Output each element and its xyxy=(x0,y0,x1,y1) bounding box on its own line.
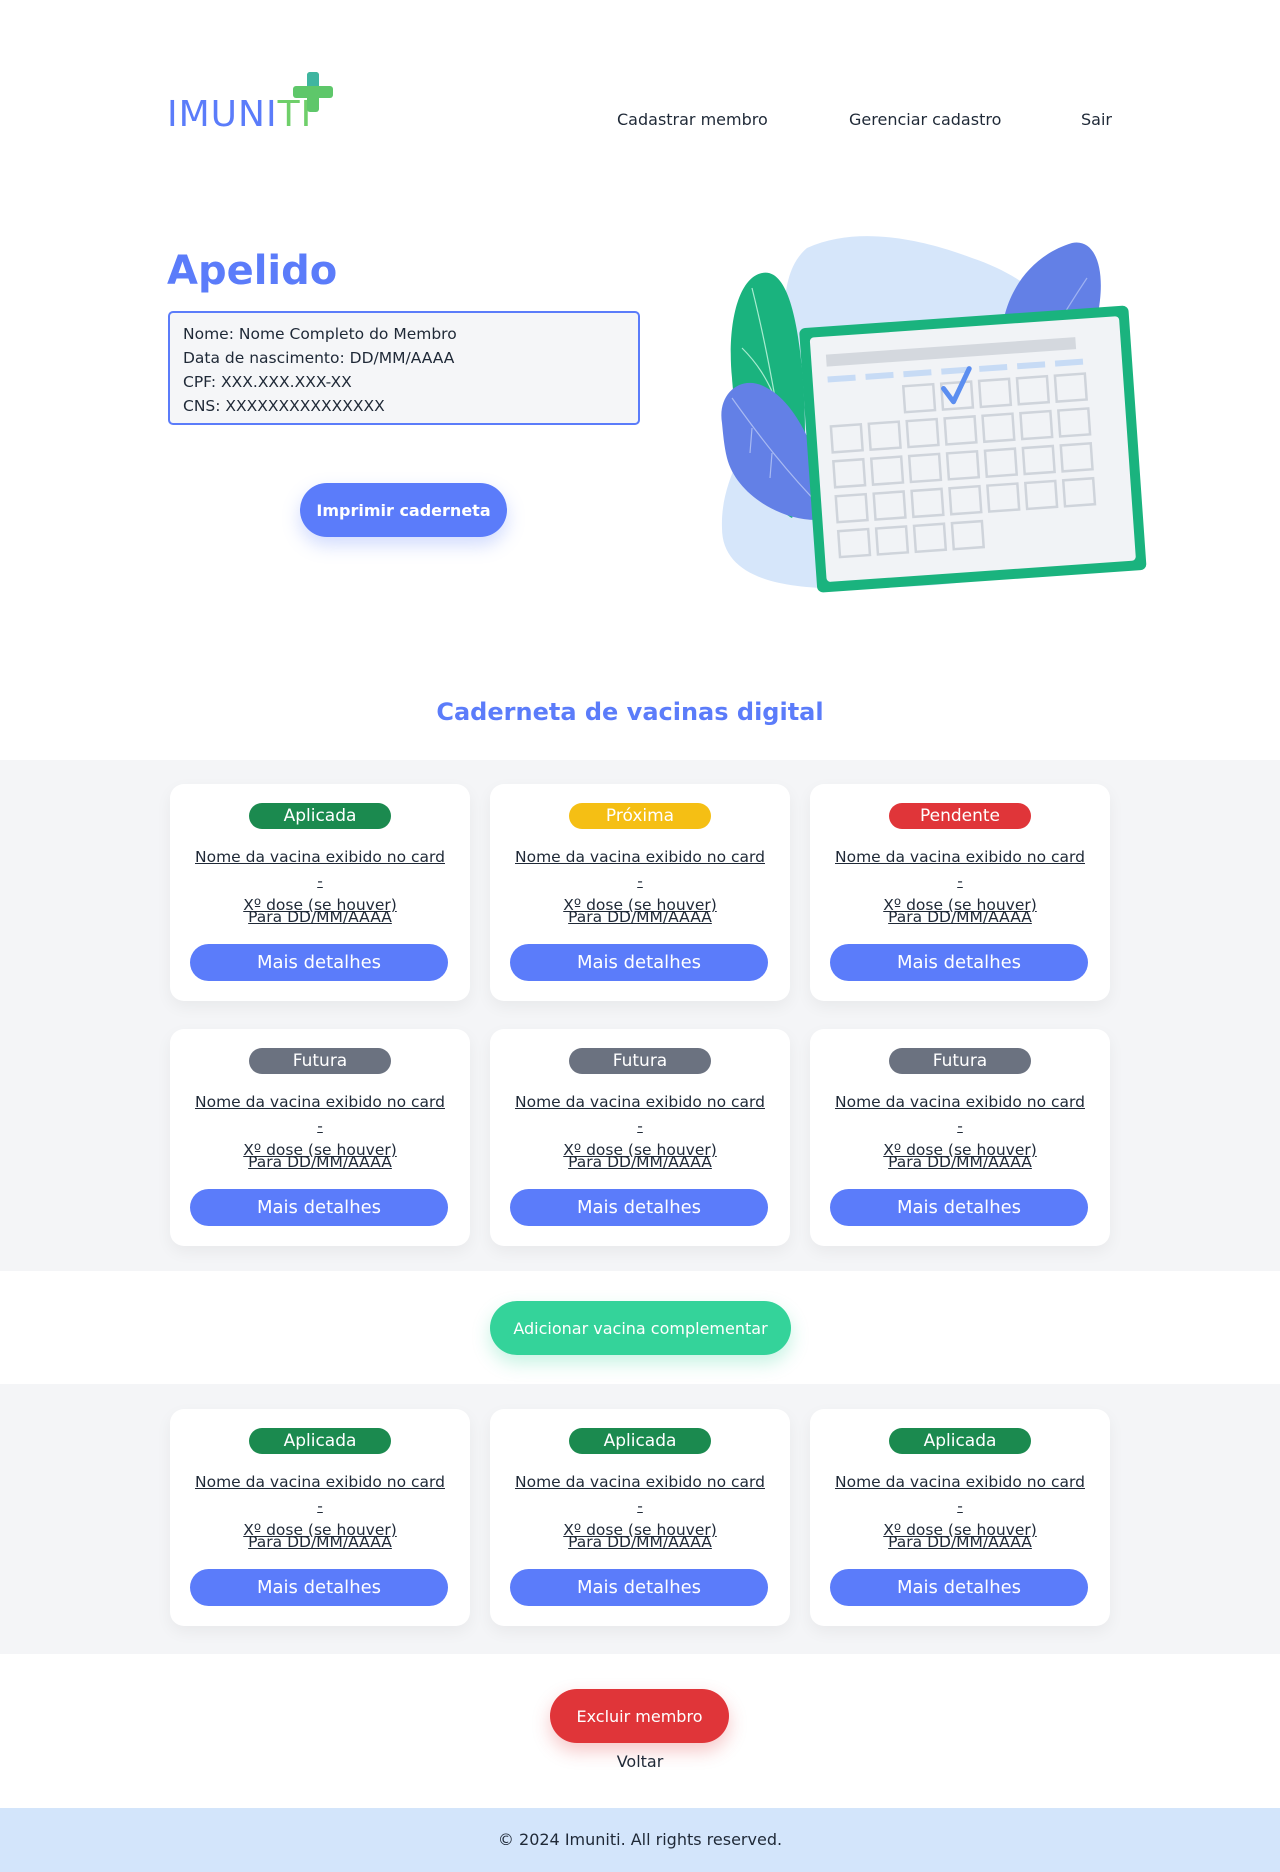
status-badge: Aplicada xyxy=(249,1428,391,1454)
vaccine-card: Aplicada Nome da vacina exibido no card … xyxy=(170,784,470,1001)
section-title: Caderneta de vacinas digital xyxy=(436,698,824,726)
details-button[interactable]: Mais detalhes xyxy=(190,1569,448,1606)
status-badge: Futura xyxy=(569,1048,711,1074)
vaccine-date[interactable]: Para DD/MM/AAAA xyxy=(190,1530,450,1554)
nav-cadastrar-membro[interactable]: Cadastrar membro xyxy=(617,110,768,129)
vaccine-card: Futura Nome da vacina exibido no card -X… xyxy=(810,1029,1110,1246)
print-booklet-button[interactable]: Imprimir caderneta xyxy=(300,483,507,537)
details-button[interactable]: Mais detalhes xyxy=(830,944,1088,981)
vaccine-card: Aplicada Nome da vacina exibido no card … xyxy=(170,1409,470,1626)
footer-copyright: © 2024 Imuniti. All rights reserved. xyxy=(0,1808,1280,1872)
details-button[interactable]: Mais detalhes xyxy=(830,1189,1088,1226)
vaccine-date[interactable]: Para DD/MM/AAAA xyxy=(190,1150,450,1174)
vaccine-card: Futura Nome da vacina exibido no card -X… xyxy=(170,1029,470,1246)
details-button[interactable]: Mais detalhes xyxy=(830,1569,1088,1606)
vaccine-date[interactable]: Para DD/MM/AAAA xyxy=(830,1150,1090,1174)
vaccine-date[interactable]: Para DD/MM/AAAA xyxy=(510,905,770,929)
status-badge: Futura xyxy=(249,1048,391,1074)
logo-wordmark: IMUNITI xyxy=(167,94,312,135)
vaccine-card: Aplicada Nome da vacina exibido no card … xyxy=(490,1409,790,1626)
details-button[interactable]: Mais detalhes xyxy=(510,1189,768,1226)
status-badge: Pendente xyxy=(889,803,1031,829)
status-badge: Aplicada xyxy=(569,1428,711,1454)
vaccine-date[interactable]: Para DD/MM/AAAA xyxy=(190,905,450,929)
member-info-box: Nome: Nome Completo do Membro Data de na… xyxy=(168,311,640,425)
details-button[interactable]: Mais detalhes xyxy=(510,1569,768,1606)
vaccine-card: Pendente Nome da vacina exibido no card … xyxy=(810,784,1110,1001)
add-complementary-vaccine-button[interactable]: Adicionar vacina complementar xyxy=(490,1301,791,1355)
vaccine-card: Futura Nome da vacina exibido no card -X… xyxy=(490,1029,790,1246)
vaccine-date[interactable]: Para DD/MM/AAAA xyxy=(830,905,1090,929)
nav-sair[interactable]: Sair xyxy=(1081,110,1112,129)
vaccine-date[interactable]: Para DD/MM/AAAA xyxy=(830,1530,1090,1554)
vaccine-card: Aplicada Nome da vacina exibido no card … xyxy=(810,1409,1110,1626)
member-birthdate: Data de nascimento: DD/MM/AAAA xyxy=(183,349,455,367)
back-link[interactable]: Voltar xyxy=(0,1752,1280,1771)
logo-wordmark-main: IMUNI xyxy=(167,94,278,135)
status-badge: Próxima xyxy=(569,803,711,829)
details-button[interactable]: Mais detalhes xyxy=(190,1189,448,1226)
member-cpf: CPF: XXX.XXX.XXX-XX xyxy=(183,373,352,391)
delete-member-button[interactable]: Excluir membro xyxy=(550,1689,729,1743)
nav-gerenciar-cadastro[interactable]: Gerenciar cadastro xyxy=(849,110,1001,129)
plus-icon xyxy=(293,72,333,112)
details-button[interactable]: Mais detalhes xyxy=(190,944,448,981)
vaccine-date[interactable]: Para DD/MM/AAAA xyxy=(510,1530,770,1554)
details-button[interactable]: Mais detalhes xyxy=(510,944,768,981)
vaccine-date[interactable]: Para DD/MM/AAAA xyxy=(510,1150,770,1174)
member-cns: CNS: XXXXXXXXXXXXXXX xyxy=(183,397,385,415)
vaccine-card: Próxima Nome da vacina exibido no card -… xyxy=(490,784,790,1001)
calendar-illustration xyxy=(721,236,1147,593)
status-badge: Futura xyxy=(889,1048,1031,1074)
brand-logo[interactable]: IMUNITI xyxy=(167,70,337,140)
status-badge: Aplicada xyxy=(249,803,391,829)
member-nickname-title: Apelido xyxy=(167,248,338,294)
status-badge: Aplicada xyxy=(889,1428,1031,1454)
member-name: Nome: Nome Completo do Membro xyxy=(183,325,457,343)
